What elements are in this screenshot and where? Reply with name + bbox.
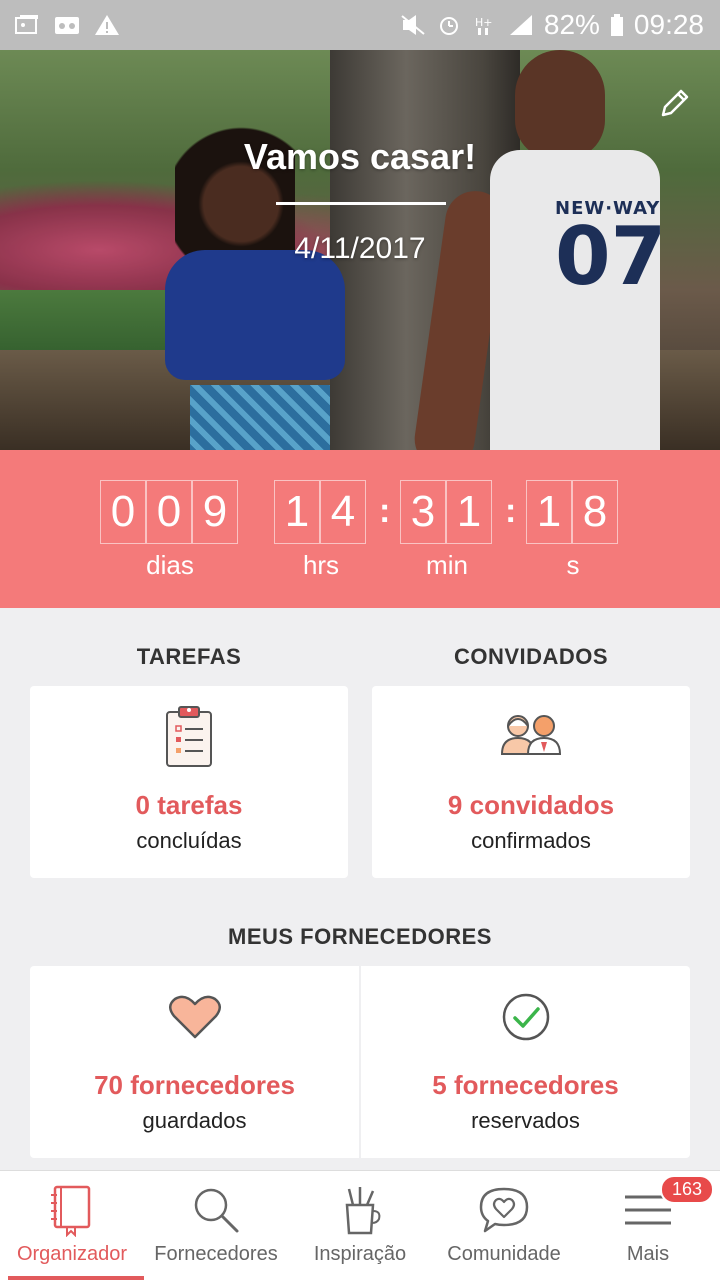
alarm-icon [436,14,462,36]
guests-card[interactable]: 9 convidados confirmados [372,686,690,878]
tasks-value: 0 tarefas [135,790,243,820]
notification-badge: 163 [660,1175,715,1204]
nav-label: Fornecedores [154,1243,278,1265]
nav-fornecedores[interactable]: Fornecedores [144,1171,288,1280]
hours-label: hrs [302,550,340,580]
nav-organizador[interactable]: Organizador [0,1171,144,1280]
nav-label: Comunidade [447,1243,561,1265]
clock: 09:28 [633,9,704,40]
seconds-digit: 8 [572,480,618,544]
hplus-icon: H+ [472,14,498,36]
countdown: 0 0 9 1 4 : 3 1 : 1 8 dias hrs min s [0,450,720,608]
wedding-date: 4/11/2017 [294,232,426,265]
warning-icon [94,14,120,36]
voicemail-icon [54,14,80,36]
gallery-icon [14,14,40,36]
countdown-days: 0 0 9 [100,480,238,544]
nav-inspiracao[interactable]: Inspiração [288,1171,432,1280]
minutes-digit: 3 [400,480,446,544]
wedding-title: Vamos casar! [243,136,477,177]
nav-label: Organizador [16,1243,128,1265]
booked-vendors-sub: reservados [471,1108,580,1133]
signal-icon [508,14,534,36]
clipboard-icon [163,704,215,773]
status-bar: H+ 82% 09:28 [0,0,720,50]
nav-mais[interactable]: 163 Mais [576,1171,720,1280]
seconds-label: s [566,550,580,580]
nav-comunidade[interactable]: Comunidade [432,1171,576,1280]
tasks-card[interactable]: 0 tarefas concluídas [30,686,348,878]
minutes-label: min [426,550,468,580]
saved-vendors-card[interactable]: 70 fornecedores guardados [30,966,359,1158]
photo-woman-top [165,250,345,380]
countdown-minutes: 3 1 [400,480,492,544]
countdown-hours: 1 4 [274,480,366,544]
guests-title: CONVIDADOS [453,644,609,669]
days-digit: 0 [100,480,146,544]
tasks-title: TAREFAS [136,644,242,669]
heart-icon [168,994,221,1045]
seconds-digit: 1 [526,480,572,544]
nav-label: Mais [626,1243,670,1265]
guests-icon [498,712,564,761]
mute-icon [400,14,426,36]
pencil-cup-icon [333,1183,387,1237]
hours-digit: 1 [274,480,320,544]
saved-vendors-sub: guardados [142,1108,247,1133]
svg-text:H+: H+ [475,16,493,29]
days-digit: 9 [192,480,238,544]
battery-icon [610,14,624,36]
check-circle-icon [501,992,551,1047]
hero-photo: NEW·WAY 07 Vamos casar! 4/11/2017 [0,50,720,450]
photo-woman-skirt [190,385,330,450]
minutes-digit: 1 [446,480,492,544]
search-icon [189,1183,243,1237]
vendors-title: MEUS FORNECEDORES [228,924,492,949]
booked-vendors-value: 5 fornecedores [432,1070,619,1100]
booked-vendors-card[interactable]: 5 fornecedores reservados [361,966,690,1158]
hours-digit: 4 [320,480,366,544]
pencil-icon[interactable] [658,86,692,120]
battery-percent: 82% [543,9,600,40]
nav-label: Inspiração [313,1243,407,1265]
tasks-sub: concluídas [136,828,242,853]
countdown-separator: : [505,492,517,530]
saved-vendors-value: 70 fornecedores [94,1070,295,1100]
title-divider [276,202,446,205]
chat-heart-icon [477,1183,531,1237]
guests-value: 9 convidados [447,790,615,820]
countdown-separator: : [379,492,391,530]
days-digit: 0 [146,480,192,544]
bottom-nav: Organizador Fornecedores Inspiração Comu… [0,1170,720,1280]
countdown-seconds: 1 8 [526,480,618,544]
days-label: dias [146,550,194,580]
guests-sub: confirmados [471,828,591,853]
notebook-icon [45,1183,99,1238]
